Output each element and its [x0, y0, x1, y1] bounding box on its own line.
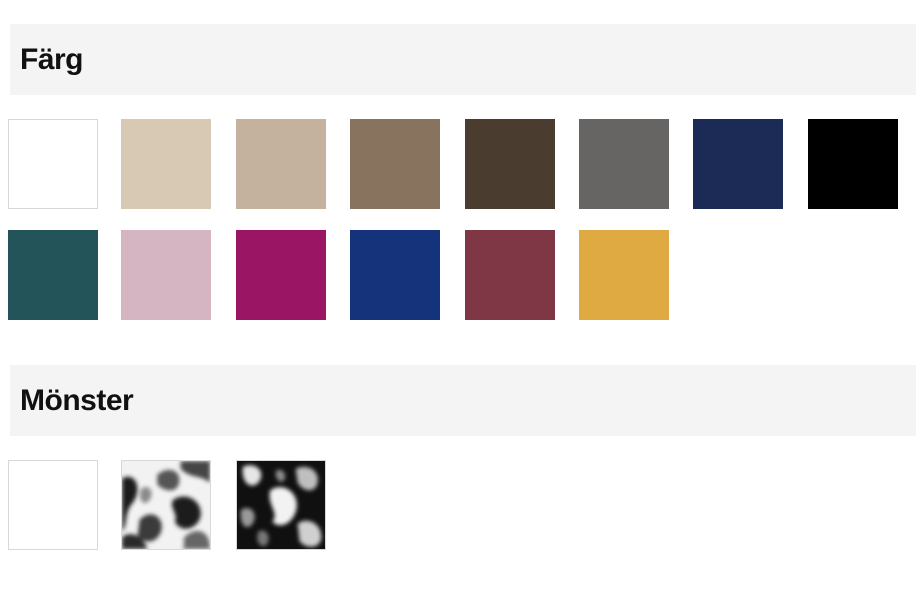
pattern-swatch-grid	[8, 436, 916, 556]
color-swatch-dark-teal[interactable]	[8, 230, 98, 320]
light-swirl-pattern-icon	[122, 461, 210, 549]
dark-swirl-pattern-icon	[237, 461, 325, 549]
pattern-filter-section: Mönster	[8, 365, 916, 556]
color-swatch-grey[interactable]	[579, 119, 669, 209]
color-filter-title: Färg	[20, 42, 84, 76]
pattern-filter-title: Mönster	[20, 383, 134, 417]
color-swatch-blue[interactable]	[350, 230, 440, 320]
color-swatch-dark-brown[interactable]	[465, 119, 555, 209]
color-swatch-beige[interactable]	[236, 119, 326, 209]
color-swatch-light-beige[interactable]	[121, 119, 211, 209]
color-swatch-magenta[interactable]	[236, 230, 326, 320]
color-swatch-yellow[interactable]	[579, 230, 669, 320]
pattern-swatch-dark[interactable]	[236, 460, 326, 550]
color-swatch-pink[interactable]	[121, 230, 211, 320]
color-filter-header[interactable]: Färg	[10, 24, 916, 95]
color-filter-section: Färg	[8, 24, 916, 320]
color-swatch-grid	[8, 95, 916, 320]
color-swatch-navy[interactable]	[693, 119, 783, 209]
pattern-filter-header[interactable]: Mönster	[10, 365, 916, 436]
color-swatch-brown[interactable]	[350, 119, 440, 209]
pattern-swatch-plain[interactable]	[8, 460, 98, 550]
pattern-swatch-light[interactable]	[121, 460, 211, 550]
color-swatch-white[interactable]	[8, 119, 98, 209]
color-swatch-black[interactable]	[808, 119, 898, 209]
color-swatch-burgundy[interactable]	[465, 230, 555, 320]
